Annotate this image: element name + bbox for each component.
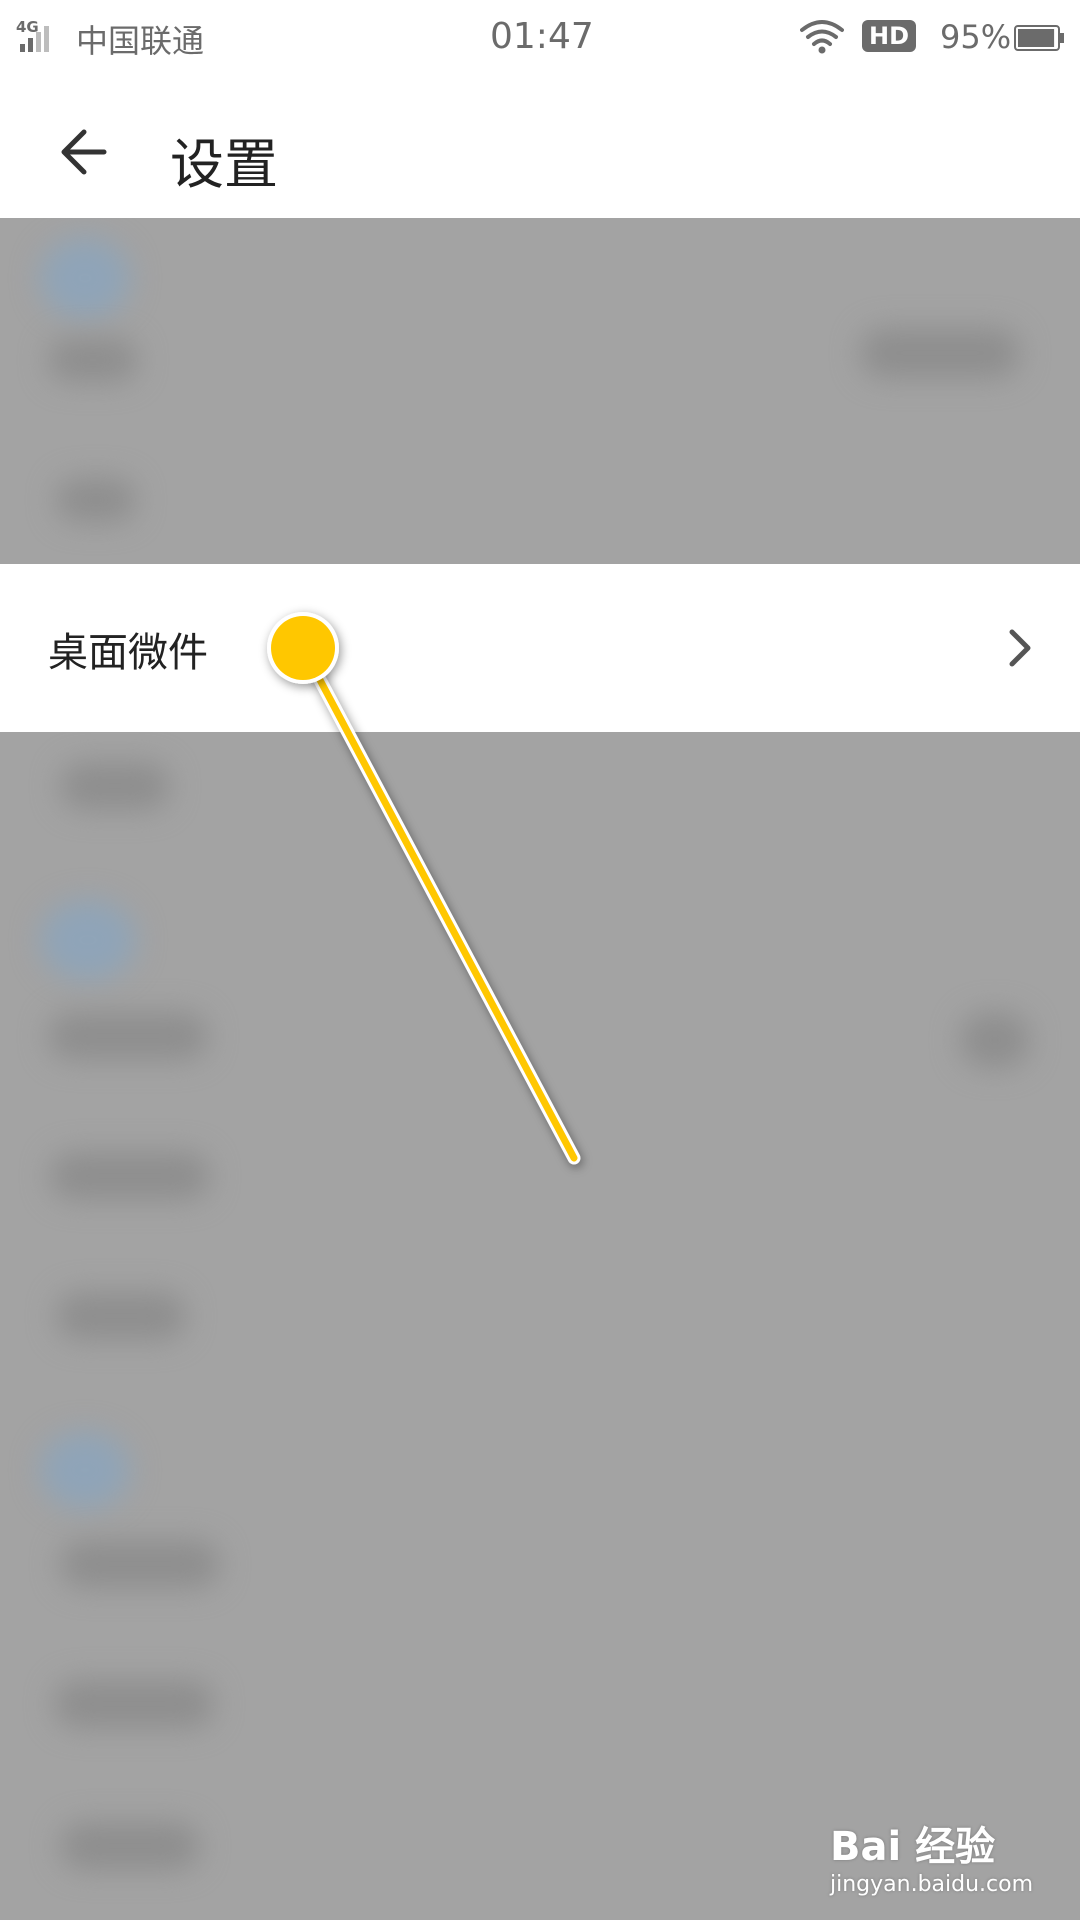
blurred-settings-bottom	[0, 732, 1080, 1920]
page-title: 设置	[170, 133, 278, 196]
clock: 01:47	[490, 16, 594, 57]
watermark-url: jingyan.baidu.com	[830, 1872, 1034, 1897]
baidu-jingyan-watermark: Bai 经验 jingyan.baidu.com	[826, 1806, 1066, 1906]
signal-icon: 4G	[14, 18, 62, 52]
chevron-right-icon	[1009, 629, 1031, 667]
blurred-settings-top	[0, 218, 1080, 564]
watermark-logo: Bai 经验	[830, 1824, 996, 1870]
battery-icon	[1014, 25, 1064, 51]
carrier-name: 中国联通	[76, 22, 205, 60]
arrow-left-icon[interactable]	[48, 116, 132, 188]
wifi-icon	[800, 20, 844, 54]
action-bar: 设置	[0, 76, 1080, 218]
battery-percent: 95%	[940, 18, 1012, 56]
status-bar: 4G 中国联通 01:47 HD 95%	[0, 0, 1080, 76]
hd-badge: HD	[862, 20, 916, 52]
desktop-widget-item[interactable]: 桌面微件	[0, 564, 1080, 732]
screen: 4G 中国联通 01:47 HD 95% 设置 桌面微件 Bai 经验 jing…	[0, 0, 1080, 1920]
desktop-widget-label: 桌面微件	[48, 630, 208, 676]
